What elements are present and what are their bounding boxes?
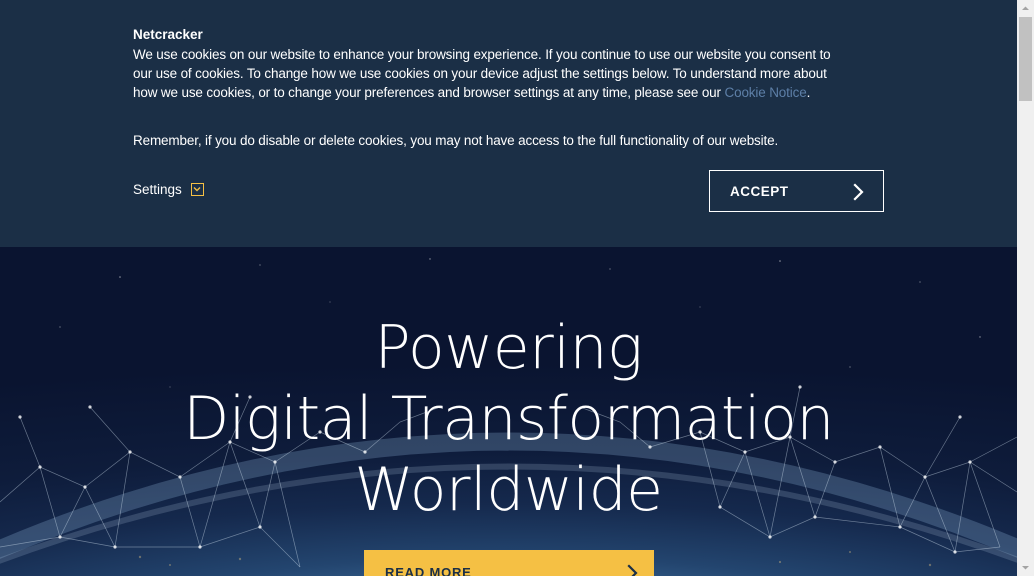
accept-button[interactable]: ACCEPT: [709, 170, 884, 212]
scroll-up-arrow-icon[interactable]: [1017, 0, 1034, 17]
hero-section: Powering Digital Transformation Worldwid…: [0, 247, 1017, 576]
cookie-banner-text: We use cookies on our website to enhance…: [133, 45, 843, 102]
read-more-button[interactable]: READ MORE: [364, 550, 654, 576]
scrollbar-thumb[interactable]: [1019, 17, 1032, 101]
hero-title-line-2: Digital Transformation: [183, 384, 834, 454]
chevron-down-icon: [190, 183, 204, 196]
cookie-text-end: .: [806, 85, 811, 100]
scroll-down-arrow-icon[interactable]: [1017, 559, 1034, 576]
settings-label: Settings: [133, 182, 182, 197]
cookie-notice-link[interactable]: Cookie Notice: [724, 85, 806, 100]
hero-title-line-1: Powering: [374, 313, 643, 383]
accept-label: ACCEPT: [730, 184, 789, 199]
chevron-right-icon: [853, 183, 864, 201]
hero-title: Powering Digital Transformation Worldwid…: [0, 313, 1017, 526]
chevron-right-icon: [627, 564, 638, 576]
vertical-scrollbar[interactable]: [1017, 0, 1034, 576]
cookie-banner-brand: Netcracker: [133, 27, 203, 42]
cookie-banner: Netcracker We use cookies on our website…: [0, 0, 1017, 247]
read-more-label: READ MORE: [385, 565, 472, 576]
cookie-banner-remember-text: Remember, if you do disable or delete co…: [133, 133, 779, 148]
hero-title-line-3: Worldwide: [354, 455, 663, 525]
page: Powering Digital Transformation Worldwid…: [0, 0, 1034, 576]
settings-toggle[interactable]: Settings: [133, 182, 204, 197]
